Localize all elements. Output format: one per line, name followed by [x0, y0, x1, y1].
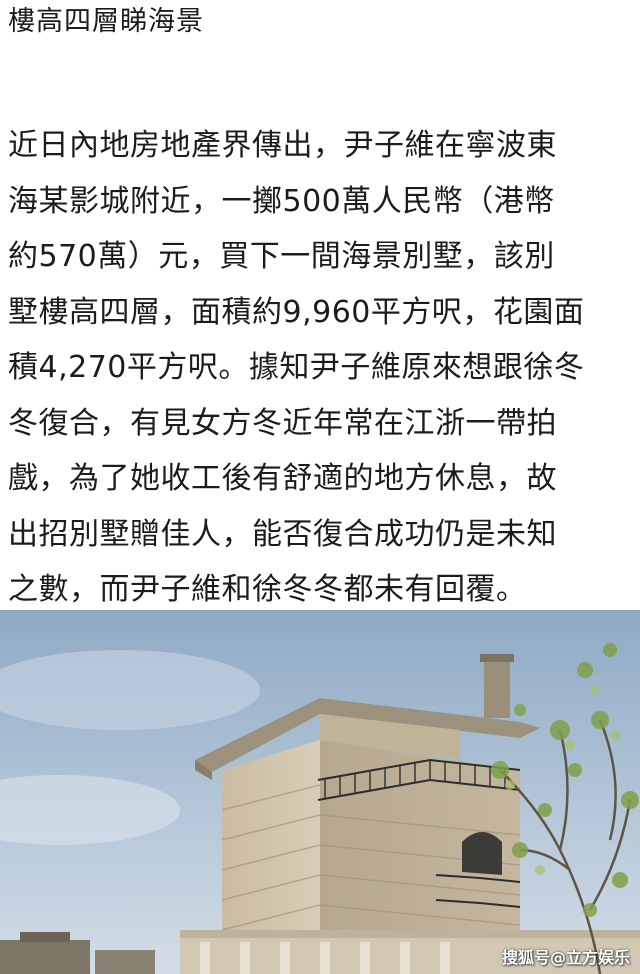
article-line: 海某影城附近，一擲500萬人民幣（港幣 — [8, 183, 555, 219]
villa-photo-illustration — [0, 610, 640, 974]
distant-building — [0, 940, 90, 974]
watermark: 搜狐号@立方娱乐 — [501, 948, 630, 967]
article-line: 冬復合，有見女方冬近年常在江浙一帶拍 — [8, 405, 557, 441]
article-body: 近日內地房地產界傳出，尹子維在寧波東 海某影城附近，一擲500萬人民幣（港幣 約… — [8, 118, 636, 618]
article-line: 墅樓高四層，面積約9,960平方呎，花園面 — [8, 294, 585, 330]
article-line: 約570萬）元，買下一間海景別墅，該別 — [8, 239, 555, 274]
article-line: 近日內地房地產界傳出，尹子維在寧波東 — [8, 128, 557, 163]
article-line: 積4,270平方呎。據知尹子維原來想跟徐冬 — [8, 350, 585, 385]
headline: 樓高四層睇海景 — [8, 6, 204, 37]
villa-photo: 搜狐号@立方娱乐 — [0, 610, 640, 974]
article-line: 戲，為了她收工後有舒適的地方休息，故 — [8, 461, 557, 496]
article-line: 出招別墅贈佳人，能否復合成功仍是未知 — [8, 516, 557, 552]
